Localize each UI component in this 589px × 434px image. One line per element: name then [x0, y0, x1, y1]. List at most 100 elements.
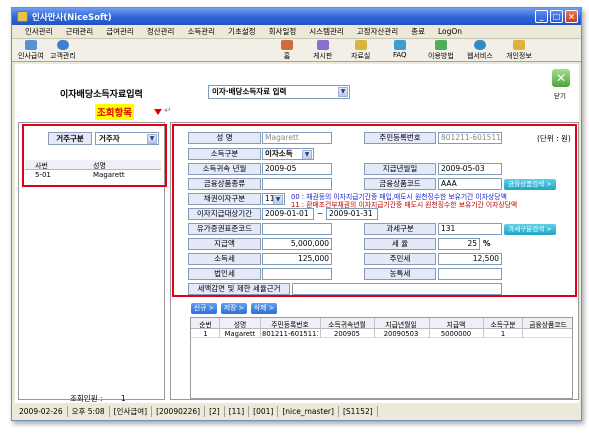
menu-item[interactable]: 소득관리: [187, 26, 215, 37]
archive-icon: [354, 40, 367, 50]
unit-label: (단위 : 원): [537, 134, 571, 143]
menu-item[interactable]: LogOn: [438, 27, 462, 36]
tax-type-field[interactable]: 131: [438, 223, 502, 235]
interest-period-label: 이자지급대상기간: [188, 208, 261, 220]
result-count: 조회인원 : 1: [70, 394, 126, 403]
status-field: [001]: [249, 406, 279, 417]
status-bar: 2009-02-26 오후 5:08 [인사급여] [20090226] [2]…: [15, 405, 579, 418]
product-type-label: 금융상품종류: [188, 178, 261, 190]
menu-item[interactable]: 시스템관리: [309, 26, 344, 37]
close-form-button[interactable]: ✕: [552, 69, 570, 87]
toolbar-button-web[interactable]: 웹서비스: [467, 40, 493, 61]
status-time: 오후 5:08: [68, 406, 110, 417]
table-header: 순번 성명 주민등록번호 소득귀속년월 지급년월일 지급액 소득구분 금융상품코…: [191, 318, 572, 329]
name-label: 성 명: [188, 132, 261, 144]
status-workdate: [20090226]: [152, 406, 206, 417]
menu-item[interactable]: 종료: [411, 26, 425, 37]
status-code: [S1152]: [339, 406, 378, 417]
securities-code-label: 유가증권표준코드: [188, 223, 261, 235]
reduction-basis-field[interactable]: [292, 283, 502, 295]
page-title: 이자배당소득자료입력: [60, 90, 143, 100]
key-icon: [512, 40, 525, 50]
tax-type-search-button[interactable]: 과세구분검색 >: [504, 224, 556, 235]
pay-date-field[interactable]: 2009-05-03: [438, 163, 502, 175]
menu-item[interactable]: 정산관리: [147, 26, 175, 37]
product-search-button[interactable]: 금융상품검색 >: [504, 179, 556, 190]
pay-date-label: 지급년월일: [364, 163, 436, 175]
chevron-down-icon: ▼: [302, 150, 312, 159]
new-button[interactable]: 신규 >: [191, 303, 217, 314]
app-window: 인사만사(NiceSoft) _ □ × 인사관리 근태관리 급여관리 정산관리…: [11, 7, 582, 421]
app-icon: [17, 11, 28, 22]
period-to-field[interactable]: 2009-01-31: [326, 208, 378, 220]
attrib-month-field[interactable]: 2009-05: [262, 163, 332, 175]
resident-tax-label: 주민세: [364, 253, 436, 265]
period-separator: ~: [317, 209, 324, 218]
income-type-select[interactable]: 이자소득 ▼: [262, 148, 314, 160]
period-from-field[interactable]: 2009-01-01: [262, 208, 314, 220]
reduction-basis-label: 세액감면 및 제한 세율근거: [188, 283, 290, 295]
attrib-month-label: 소득귀속 년월: [188, 163, 261, 175]
securities-code-field[interactable]: [262, 223, 332, 235]
bond-type-select[interactable]: 11 ▼: [262, 193, 285, 205]
name-field[interactable]: Magarett: [262, 132, 332, 144]
rural-tax-label: 농특세: [364, 268, 436, 280]
menu-item[interactable]: 고정자산관리: [357, 26, 398, 37]
product-code-label: 금융상품코드: [364, 178, 436, 190]
window-title: 인사만사(NiceSoft): [32, 12, 112, 23]
home-icon: [281, 40, 293, 50]
bond-note-11: 11 : 환매조건부채권의 이자지급기간중 매도시 원천징수한 보유기간 이자상…: [291, 201, 518, 209]
minimize-button[interactable]: _: [535, 10, 548, 23]
rural-tax-field[interactable]: [438, 268, 502, 280]
close-window-button[interactable]: ×: [565, 10, 578, 23]
income-tax-label: 소득세: [188, 253, 261, 265]
delete-button[interactable]: 삭제 >: [251, 303, 277, 314]
income-type-label: 소득구분: [188, 148, 261, 160]
toolbar-button-salary[interactable]: 인사급여: [18, 40, 44, 61]
toolbar-button-help[interactable]: 이용방법: [428, 40, 454, 61]
search-criteria-highlight: [22, 124, 167, 187]
chevron-down-icon: ▼: [273, 195, 283, 204]
product-type-field[interactable]: [262, 178, 332, 190]
rrn-field[interactable]: 801211-6015111: [438, 132, 502, 144]
payment-field[interactable]: 5,000,000: [262, 238, 332, 250]
toolbar-button-board[interactable]: 게시판: [313, 40, 332, 61]
maximize-button[interactable]: □: [550, 10, 563, 23]
status-date: 2009-02-26: [15, 406, 68, 417]
tax-rate-field[interactable]: 25: [438, 238, 480, 250]
calculator-icon: [24, 40, 37, 50]
corp-tax-field[interactable]: [262, 268, 332, 280]
chevron-down-icon: ▼: [338, 87, 348, 97]
menu-item[interactable]: 기초설정: [228, 26, 256, 37]
payment-label: 지급액: [188, 238, 261, 250]
title-bar: 인사만사(NiceSoft) _ □ ×: [12, 8, 581, 25]
toolbar-button-archive[interactable]: 자료실: [351, 40, 370, 61]
save-button[interactable]: 저장 >: [221, 303, 247, 314]
menu-bar: 인사관리 근태관리 급여관리 정산관리 소득관리 기초설정 회사일정 시스템관리…: [12, 25, 581, 38]
tax-type-label: 과세구분: [364, 223, 436, 235]
menu-item[interactable]: 근태관리: [66, 26, 94, 37]
web-icon: [473, 40, 486, 50]
table-row[interactable]: 1 Magarett 801211-6015111 200905 2009050…: [191, 329, 572, 338]
toolbar-button-home[interactable]: 홈: [281, 40, 293, 61]
income-tax-field[interactable]: 125,000: [262, 253, 332, 265]
content-area: 이자배당소득자료입력 이자·배당소득자료 입력 ▼ ✕ 닫기 조회항목 ↵ 거주…: [15, 64, 579, 403]
faq-icon: [393, 40, 406, 50]
status-module: [인사급여]: [110, 406, 153, 417]
resident-tax-field[interactable]: 12,500: [438, 253, 502, 265]
annotation-arrow-icon: [154, 109, 162, 115]
toolbar-button-faq[interactable]: FAQ: [393, 40, 407, 59]
percent-sign: %: [483, 239, 491, 248]
toolbar: 인사급여 고객관리 홈 게시판 자료실 FAQ 이용방법 웹서비스 개인정보: [12, 38, 581, 62]
annotation-label: 조회항목: [95, 104, 134, 120]
income-table: 순번 성명 주민등록번호 소득귀속년월 지급년월일 지급액 소득구분 금융상품코…: [190, 317, 573, 399]
form-select[interactable]: 이자·배당소득자료 입력 ▼: [208, 85, 350, 99]
tax-rate-label: 세 율: [364, 238, 436, 250]
toolbar-button-privacy[interactable]: 개인정보: [506, 40, 532, 61]
menu-item[interactable]: 인사관리: [25, 26, 53, 37]
menu-item[interactable]: 회사일정: [269, 26, 297, 37]
toolbar-button-customer[interactable]: 고객관리: [50, 40, 76, 61]
menu-item[interactable]: 급여관리: [106, 26, 134, 37]
return-mark: ↵: [164, 106, 172, 116]
product-code-field[interactable]: AAA: [438, 178, 502, 190]
